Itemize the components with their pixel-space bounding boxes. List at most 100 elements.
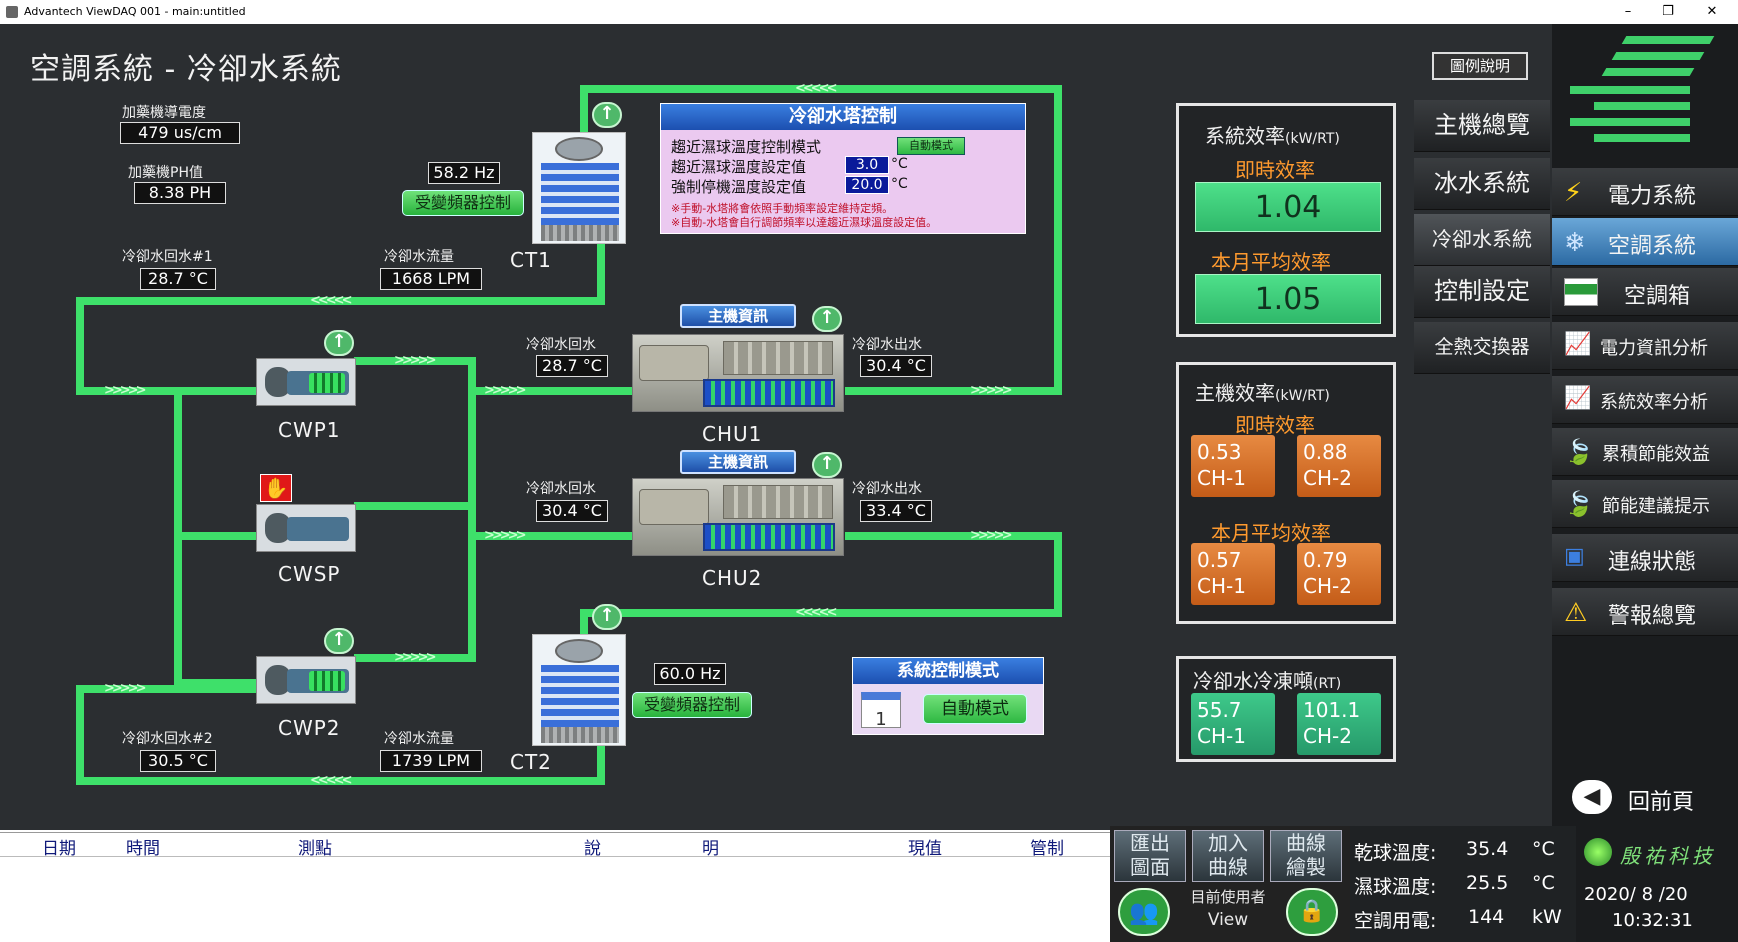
pump-cwsp[interactable] [256, 504, 356, 552]
subnav-erv[interactable]: 全熱交換器 [1414, 322, 1550, 374]
ch2-now-eff: 0.88 CH-2 [1297, 435, 1381, 497]
sys-eff-unit: (kW/RT) [1285, 131, 1340, 147]
sys-eff-now-value: 1.04 [1195, 182, 1381, 232]
approach-unit: °C [891, 156, 908, 172]
cwp2-up-arrow-icon[interactable]: ↑ [324, 628, 354, 654]
nav-power-system[interactable]: ⚡ 電力系統 [1552, 168, 1738, 216]
add-curve-button[interactable]: 加入 曲線 [1192, 830, 1264, 882]
ct1-name: CT1 [510, 248, 552, 272]
ct1-up-arrow-icon[interactable]: ↑ [592, 102, 622, 128]
chu1-out-value: 30.4 °C [860, 355, 932, 377]
subnav-chiller-overview[interactable]: 主機總覽 [1414, 100, 1550, 152]
conductivity-label: 加藥機導電度 [122, 105, 206, 121]
app-icon [6, 6, 18, 18]
subnav-control-settings[interactable]: 控制設定 [1414, 266, 1550, 318]
dry-bulb-value: 35.4 [1466, 838, 1509, 860]
wet-bulb-label: 濕球溫度: [1354, 876, 1437, 898]
warning-icon: ⚠ [1564, 598, 1588, 628]
back-button[interactable]: ◀ 回前頁 [1572, 780, 1732, 820]
ct2-name: CT2 [510, 750, 552, 774]
loop1-flow-label: 冷卻水流量 [384, 249, 454, 265]
cooling-tower-ct1[interactable] [532, 132, 626, 244]
users-icon[interactable]: 👥 [1118, 888, 1170, 936]
maximize-button[interactable]: ❐ [1646, 0, 1690, 24]
chu2-out-label: 冷卻水出水 [852, 481, 922, 497]
ch2-tonnage: 101.1 CH-2 [1297, 693, 1381, 755]
chu2-info-button[interactable]: 主機資訊 [680, 450, 796, 474]
chu1-in-value: 28.7 °C [536, 355, 608, 377]
dry-bulb-label: 乾球溫度: [1354, 842, 1437, 864]
subnav-chilled-water[interactable]: 冰水系統 [1414, 158, 1550, 210]
nav-alarm-overview[interactable]: ⚠ 警報總覽 [1552, 588, 1738, 636]
leaf-icon: 🍃 [1564, 490, 1594, 518]
loop2-return-value: 30.5 °C [140, 750, 216, 772]
chu1-name: CHU1 [702, 422, 763, 446]
company-logo [1564, 30, 1728, 160]
export-screen-button[interactable]: 匯出 圖面 [1114, 830, 1186, 882]
back-arrow-icon: ◀ [1572, 780, 1612, 814]
stop-hand-icon[interactable]: ✋ [260, 474, 292, 502]
cwp1-up-arrow-icon[interactable]: ↑ [324, 330, 354, 356]
ct1-hz: 58.2 Hz [428, 162, 500, 184]
chu1-up-arrow-icon[interactable]: ↑ [812, 306, 842, 332]
ct2-up-arrow-icon[interactable]: ↑ [592, 604, 622, 630]
wet-bulb-value: 25.5 [1466, 872, 1509, 894]
tower-note-2: ※自動-水塔會自行調節頻率以達趨近濕球溫度設定值。 [671, 216, 938, 229]
chiller-eff-title: 主機效率 [1195, 381, 1275, 405]
tower-mode-button[interactable]: 自動模式 [897, 137, 965, 155]
network-icon: ▣ [1564, 544, 1585, 569]
chu2-name: CHU2 [702, 566, 763, 590]
draw-curve-button[interactable]: 曲線 繪製 [1270, 830, 1342, 882]
loop1-return-value: 28.7 °C [140, 268, 216, 290]
chart-icon: 📈 [1564, 386, 1592, 411]
chu2-up-arrow-icon[interactable]: ↑ [812, 452, 842, 478]
calendar-icon: 1 [861, 692, 901, 730]
chu1-in-label: 冷卻水回水 [526, 337, 596, 353]
chiller-eff-now-label: 即時效率 [1235, 413, 1315, 437]
system-control-title: 系統控制模式 [853, 658, 1043, 684]
nav-connection-status[interactable]: ▣ 連線狀態 [1552, 534, 1738, 582]
loop2-return-label: 冷卻水回水#2 [122, 731, 213, 747]
chiller-chu2[interactable] [632, 478, 844, 556]
chu1-info-button[interactable]: 主機資訊 [680, 304, 796, 328]
lock-icon[interactable]: 🔒 [1286, 888, 1338, 936]
pump-cwp1[interactable] [256, 358, 356, 406]
nav-savings[interactable]: 🍃 累積節能效益 [1552, 428, 1738, 476]
cooling-tower-ct2[interactable] [532, 634, 626, 746]
loop1-return-label: 冷卻水回水#1 [122, 249, 213, 265]
legend-button[interactable]: 圖例說明 [1432, 52, 1528, 80]
tonnage-panel: 冷卻水冷凍噸(RT) 55.7 CH-1 101.1 CH-2 [1176, 656, 1396, 762]
subnav-cooling-water[interactable]: 冷卻水系統 [1414, 214, 1550, 266]
chiller-eff-month-label: 本月平均效率 [1211, 521, 1331, 545]
tower-mode-label: 趨近濕球溫度控制模式 [671, 138, 822, 156]
nav-hvac-system[interactable]: ❄ 空調系統 [1552, 218, 1738, 266]
nav-efficiency-analysis[interactable]: 📈 系統效率分析 [1552, 376, 1738, 424]
minimize-button[interactable]: – [1606, 0, 1650, 24]
nav-ahu[interactable]: 空調箱 [1552, 268, 1738, 316]
ct1-vfd-button[interactable]: 受變頻器控制 [402, 190, 524, 216]
chu1-out-label: 冷卻水出水 [852, 337, 922, 353]
stop-temp-input[interactable]: 20.0 [845, 176, 889, 194]
chu2-in-label: 冷卻水回水 [526, 481, 596, 497]
ph-value: 8.38 PH [134, 182, 226, 204]
ch1-tonnage: 55.7 CH-1 [1191, 693, 1275, 755]
pump-cwp2[interactable] [256, 656, 356, 704]
cwp1-name: CWP1 [278, 418, 341, 442]
approach-value-input[interactable]: 3.0 [845, 156, 889, 174]
ct2-vfd-button[interactable]: 受變頻器控制 [632, 692, 752, 718]
close-button[interactable]: ✕ [1690, 0, 1734, 24]
hvac-power-unit: kW [1532, 906, 1562, 928]
sys-eff-now-label: 即時效率 [1235, 158, 1315, 182]
brand-globe-icon [1584, 838, 1612, 866]
sys-eff-month-label: 本月平均效率 [1211, 250, 1331, 274]
window-titlebar: Advantech ViewDAQ 001 - main:untitled – … [0, 0, 1738, 24]
chu2-in-value: 30.4 °C [536, 500, 608, 522]
tonnage-unit: (RT) [1313, 676, 1342, 692]
wet-bulb-unit: °C [1532, 872, 1555, 894]
nav-suggestions[interactable]: 🍃 節能建議提示 [1552, 480, 1738, 528]
ct2-hz: 60.0 Hz [654, 663, 726, 685]
chiller-chu1[interactable] [632, 334, 844, 412]
auto-mode-button[interactable]: 自動模式 [923, 694, 1027, 724]
nav-power-analysis[interactable]: 📈 電力資訊分析 [1552, 322, 1738, 370]
loop1-flow-value: 1668 LPM [380, 268, 482, 290]
